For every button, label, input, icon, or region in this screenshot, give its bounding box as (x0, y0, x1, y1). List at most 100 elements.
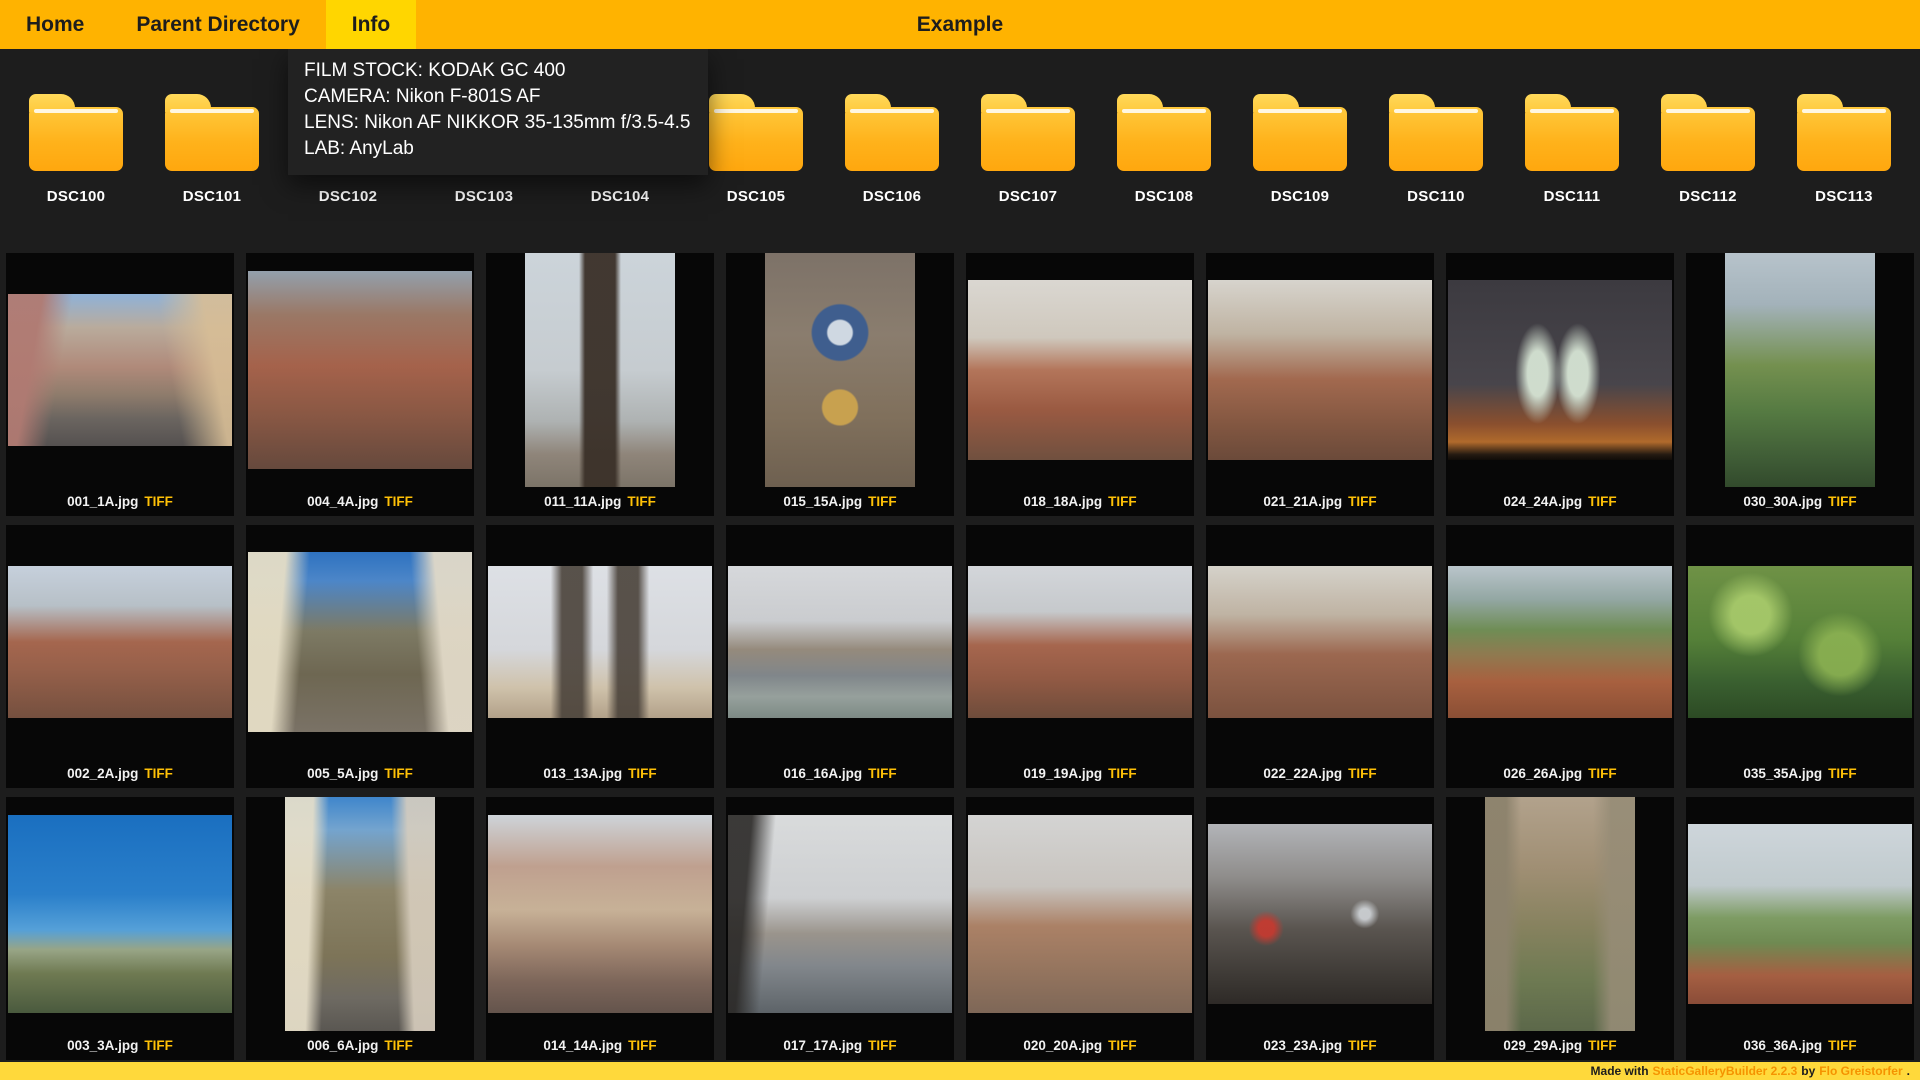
tiff-link[interactable]: TIFF (1588, 1038, 1617, 1053)
gallery-item[interactable]: 011_11A.jpg TIFF (486, 253, 714, 516)
tiff-link[interactable]: TIFF (1348, 1038, 1377, 1053)
nav-parent-directory[interactable]: Parent Directory (110, 0, 325, 49)
photo-thumbnail[interactable] (1208, 824, 1432, 1004)
tiff-link[interactable]: TIFF (1588, 494, 1617, 509)
tiff-link[interactable]: TIFF (628, 1038, 657, 1053)
gallery-item[interactable]: 024_24A.jpg TIFF (1446, 253, 1674, 516)
photo-thumbnail[interactable] (248, 552, 472, 732)
photo-filename[interactable]: 021_21A.jpg (1263, 494, 1342, 509)
gallery-item[interactable]: 013_13A.jpg TIFF (486, 525, 714, 788)
photo-thumbnail[interactable] (728, 566, 952, 718)
tiff-link[interactable]: TIFF (1348, 494, 1377, 509)
folder-dsc109[interactable]: DSC109 (1232, 93, 1368, 205)
photo-filename[interactable]: 016_16A.jpg (783, 766, 862, 781)
photo-thumbnail[interactable] (285, 797, 435, 1031)
gallery-item[interactable]: 002_2A.jpg TIFF (6, 525, 234, 788)
tiff-link[interactable]: TIFF (144, 1038, 173, 1053)
photo-thumbnail[interactable] (968, 566, 1192, 718)
tiff-link[interactable]: TIFF (384, 494, 413, 509)
folder-dsc108[interactable]: DSC108 (1096, 93, 1232, 205)
photo-filename[interactable]: 026_26A.jpg (1503, 766, 1582, 781)
photo-filename[interactable]: 015_15A.jpg (783, 494, 862, 509)
gallery-item[interactable]: 016_16A.jpg TIFF (726, 525, 954, 788)
photo-filename[interactable]: 029_29A.jpg (1503, 1038, 1582, 1053)
gallery-item[interactable]: 003_3A.jpgTIFF (6, 797, 234, 1060)
folder-dsc111[interactable]: DSC111 (1504, 93, 1640, 205)
photo-filename[interactable]: 035_35A.jpg (1743, 766, 1822, 781)
photo-filename[interactable]: 005_5A.jpg (307, 766, 378, 781)
photo-thumbnail[interactable] (1448, 566, 1672, 718)
folder-dsc107[interactable]: DSC107 (960, 93, 1096, 205)
tiff-link[interactable]: TIFF (384, 766, 413, 781)
folder-dsc110[interactable]: DSC110 (1368, 93, 1504, 205)
folder-dsc106[interactable]: DSC106 (824, 93, 960, 205)
folder-dsc113[interactable]: DSC113 (1776, 93, 1912, 205)
photo-thumbnail[interactable] (968, 815, 1192, 1013)
gallery-item[interactable]: 035_35A.jpg TIFF (1686, 525, 1914, 788)
folder-dsc105[interactable]: DSC105 (688, 93, 824, 205)
photo-filename[interactable]: 023_23A.jpg (1263, 1038, 1342, 1053)
tiff-link[interactable]: TIFF (1108, 766, 1137, 781)
tiff-link[interactable]: TIFF (1588, 766, 1617, 781)
photo-filename[interactable]: 030_30A.jpg (1743, 494, 1822, 509)
photo-thumbnail[interactable] (8, 566, 232, 718)
photo-filename[interactable]: 006_6A.jpg (307, 1038, 378, 1053)
photo-thumbnail[interactable] (1208, 566, 1432, 718)
photo-thumbnail[interactable] (248, 271, 472, 469)
gallery-item[interactable]: 004_4A.jpg TIFF (246, 253, 474, 516)
nav-info[interactable]: Info (326, 0, 416, 49)
folder-dsc101[interactable]: DSC101 (144, 93, 280, 205)
tiff-link[interactable]: TIFF (384, 1038, 413, 1053)
tiff-link[interactable]: TIFF (1828, 1038, 1857, 1053)
gallery-item[interactable]: 029_29A.jpg TIFF (1446, 797, 1674, 1060)
gallery-item[interactable]: 005_5A.jpg TIFF (246, 525, 474, 788)
nav-home[interactable]: Home (0, 0, 110, 49)
tiff-link[interactable]: TIFF (144, 494, 173, 509)
photo-filename[interactable]: 018_18A.jpg (1023, 494, 1102, 509)
photo-filename[interactable]: 014_14A.jpg (543, 1038, 622, 1053)
gallery-item[interactable]: 001_1A.jpgTIFF (6, 253, 234, 516)
photo-filename[interactable]: 024_24A.jpg (1503, 494, 1582, 509)
photo-thumbnail[interactable] (728, 815, 952, 1013)
gallery-item[interactable]: 021_21A.jpg TIFF (1206, 253, 1434, 516)
photo-filename[interactable]: 020_20A.jpg (1023, 1038, 1102, 1053)
photo-thumbnail[interactable] (1448, 280, 1672, 460)
tiff-link[interactable]: TIFF (628, 766, 657, 781)
photo-filename[interactable]: 022_22A.jpg (1263, 766, 1342, 781)
tiff-link[interactable]: TIFF (1828, 766, 1857, 781)
photo-filename[interactable]: 013_13A.jpg (543, 766, 622, 781)
gallery-item[interactable]: 018_18A.jpgTIFF (966, 253, 1194, 516)
photo-thumbnail[interactable] (8, 815, 232, 1013)
photo-thumbnail[interactable] (8, 294, 232, 446)
photo-filename[interactable]: 017_17A.jpg (783, 1038, 862, 1053)
photo-filename[interactable]: 011_11A.jpg (544, 494, 621, 509)
gallery-item[interactable]: 020_20A.jpg TIFF (966, 797, 1194, 1060)
photo-filename[interactable]: 019_19A.jpg (1023, 766, 1102, 781)
photo-filename[interactable]: 036_36A.jpg (1743, 1038, 1822, 1053)
tiff-link[interactable]: TIFF (627, 494, 656, 509)
photo-thumbnail[interactable] (1485, 797, 1635, 1031)
tiff-link[interactable]: TIFF (1108, 1038, 1137, 1053)
photo-thumbnail[interactable] (765, 253, 915, 487)
footer-author-link[interactable]: Flo Greistorfer (1819, 1064, 1902, 1078)
photo-filename[interactable]: 002_2A.jpg (67, 766, 138, 781)
tiff-link[interactable]: TIFF (868, 766, 897, 781)
gallery-item[interactable]: 030_30A.jpg TIFF (1686, 253, 1914, 516)
gallery-item[interactable]: 023_23A.jpg TIFF (1206, 797, 1434, 1060)
photo-thumbnail[interactable] (525, 253, 675, 487)
tiff-link[interactable]: TIFF (1348, 766, 1377, 781)
gallery-item[interactable]: 017_17A.jpgTIFF (726, 797, 954, 1060)
folder-dsc112[interactable]: DSC112 (1640, 93, 1776, 205)
tiff-link[interactable]: TIFF (1828, 494, 1857, 509)
photo-thumbnail[interactable] (1208, 280, 1432, 460)
gallery-item[interactable]: 022_22A.jpg TIFF (1206, 525, 1434, 788)
photo-thumbnail[interactable] (1688, 824, 1912, 1004)
tiff-link[interactable]: TIFF (144, 766, 173, 781)
gallery-item[interactable]: 026_26A.jpg TIFF (1446, 525, 1674, 788)
gallery-item[interactable]: 036_36A.jpg TIFF (1686, 797, 1914, 1060)
gallery-item[interactable]: 015_15A.jpgTIFF (726, 253, 954, 516)
gallery-item[interactable]: 006_6A.jpg TIFF (246, 797, 474, 1060)
photo-thumbnail[interactable] (968, 280, 1192, 460)
photo-thumbnail[interactable] (488, 566, 712, 718)
photo-filename[interactable]: 004_4A.jpg (307, 494, 378, 509)
